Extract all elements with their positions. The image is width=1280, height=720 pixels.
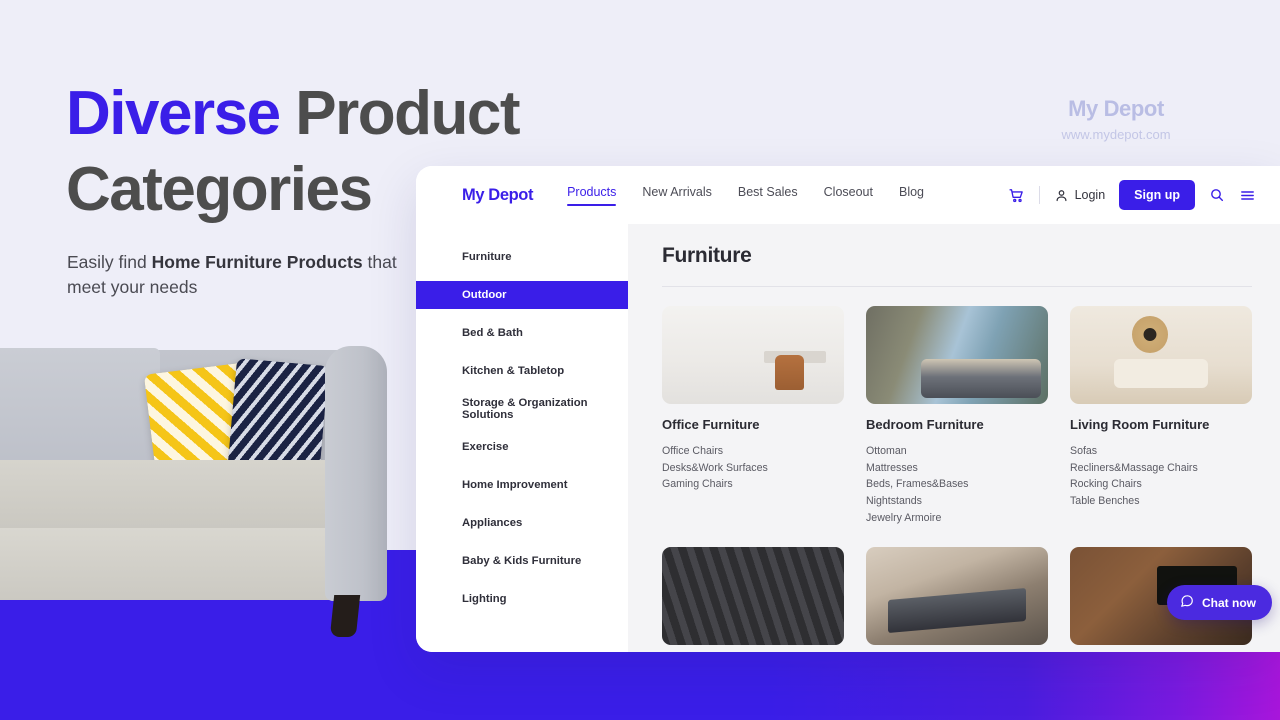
header-actions: Login Sign up [1008, 180, 1256, 210]
card-link[interactable]: Mattresses [866, 460, 1048, 477]
sidebar-item-furniture[interactable]: Furniture [416, 243, 628, 271]
sidebar-item-outdoor[interactable]: Outdoor [416, 281, 628, 309]
card-link[interactable]: Nightstands [866, 493, 1048, 510]
sidebar-item-bed-bath[interactable]: Bed & Bath [416, 319, 628, 347]
sofa-leg [329, 595, 361, 637]
sidebar-row: Kitchen & Tabletop [416, 352, 628, 390]
sidebar-item-home-improvement[interactable]: Home Improvement [416, 471, 628, 499]
card-link-list: Ottoman Mattresses Beds, Frames&Bases Ni… [866, 443, 1048, 527]
sidebar-row: Bed & Bath [416, 314, 628, 352]
card-thumbnail-tables[interactable] [866, 546, 1048, 645]
card-title[interactable]: Bedroom Furniture [866, 417, 1048, 432]
card-link[interactable]: Sofas [1070, 443, 1252, 460]
sidebar-row: Storage & Organization Solutions [416, 390, 628, 428]
category-sidebar: Furniture Outdoor Bed & Bath Kitchen & T… [416, 224, 628, 652]
card-title[interactable]: Living Room Furniture [1070, 417, 1252, 432]
card-link[interactable]: Ottoman [866, 443, 1048, 460]
watermark-logo: My Depot [1068, 96, 1164, 121]
page-subheadline: Easily find Home Furniture Products that… [67, 250, 397, 301]
nav-item-blog[interactable]: Blog [899, 185, 924, 206]
category-card[interactable]: Office Furniture Office Chairs Desks&Wor… [662, 306, 844, 527]
chat-bubble-icon [1180, 594, 1194, 611]
header-divider [1038, 186, 1040, 204]
sidebar-item-storage-organization[interactable]: Storage & Organization Solutions [416, 395, 628, 423]
website-mockup: My Depot Products New Arrivals Best Sale… [416, 166, 1280, 652]
sidebar-item-appliances[interactable]: Appliances [416, 509, 628, 537]
card-link[interactable]: Table Benches [1070, 493, 1252, 510]
sidebar-item-baby-kids-furniture[interactable]: Baby & Kids Furniture [416, 547, 628, 575]
watermark: My Depot www.mydepot.com [1026, 96, 1206, 142]
sidebar-row: Lighting [416, 580, 628, 618]
purple-bottom-band [0, 648, 1280, 720]
nav-item-products[interactable]: Products [567, 185, 617, 206]
card-link[interactable]: Recliners&Massage Chairs [1070, 460, 1252, 477]
sidebar-row: Baby & Kids Furniture [416, 542, 628, 580]
category-card[interactable]: Chairs [662, 546, 844, 652]
card-link[interactable]: Beds, Frames&Bases [866, 476, 1048, 493]
nav-item-closeout[interactable]: Closeout [824, 185, 873, 206]
card-link[interactable]: Jewelry Armoire [866, 510, 1048, 527]
card-link[interactable]: Rocking Chairs [1070, 476, 1252, 493]
shopping-cart-icon[interactable] [1008, 187, 1025, 204]
subhead-pre: Easily find [67, 252, 152, 272]
subhead-bold: Home Furniture Products [151, 252, 363, 272]
watermark-url: www.mydepot.com [1061, 127, 1171, 142]
site-header: My Depot Products New Arrivals Best Sale… [416, 166, 1280, 224]
card-thumbnail-chairs[interactable] [662, 546, 844, 645]
chat-now-label: Chat now [1202, 595, 1256, 610]
card-link[interactable]: Office Chairs [662, 443, 844, 460]
card-thumbnail-bedroom[interactable] [866, 306, 1048, 404]
category-card[interactable]: Living Room Furniture Sofas Recliners&Ma… [1070, 306, 1252, 527]
sofa-backrest-left [0, 348, 160, 468]
card-link[interactable]: Desks&Work Surfaces [662, 460, 844, 477]
sidebar-row: Appliances [416, 504, 628, 542]
site-body: Furniture Outdoor Bed & Bath Kitchen & T… [416, 224, 1280, 652]
sidebar-row: Furniture [416, 238, 628, 276]
sidebar-item-kitchen-tabletop[interactable]: Kitchen & Tabletop [416, 357, 628, 385]
signup-button[interactable]: Sign up [1119, 180, 1195, 210]
sidebar-row: Home Improvement [416, 466, 628, 504]
nav-item-best-sales[interactable]: Best Sales [738, 185, 798, 206]
card-thumbnail-living-room[interactable] [1070, 306, 1252, 404]
main-navigation: Products New Arrivals Best Sales Closeou… [567, 185, 924, 206]
sidebar-row: Outdoor [416, 276, 628, 314]
site-logo[interactable]: My Depot [462, 186, 533, 205]
category-card[interactable]: Bedroom Furniture Ottoman Mattresses Bed… [866, 306, 1048, 527]
headline-accent: Diverse [66, 79, 281, 148]
chat-now-button[interactable]: Chat now [1167, 585, 1272, 620]
card-title[interactable]: Office Furniture [662, 417, 844, 432]
page-title: Furniture [662, 244, 752, 267]
sofa-armrest [325, 346, 387, 601]
login-button[interactable]: Login [1054, 188, 1106, 203]
card-link[interactable]: Gaming Chairs [662, 476, 844, 493]
sofa-photo [0, 340, 400, 650]
card-link-list: Office Chairs Desks&Work Surfaces Gaming… [662, 443, 844, 493]
category-card[interactable]: Tables [866, 546, 1048, 652]
card-thumbnail-office[interactable] [662, 306, 844, 404]
hamburger-menu-icon[interactable] [1239, 187, 1256, 204]
sidebar-row: Exercise [416, 428, 628, 466]
title-divider [662, 286, 1252, 287]
user-icon [1054, 188, 1069, 203]
card-link-list: Sofas Recliners&Massage Chairs Rocking C… [1070, 443, 1252, 510]
sidebar-item-lighting[interactable]: Lighting [416, 585, 628, 613]
category-card-grid: Office Furniture Office Chairs Desks&Wor… [662, 306, 1252, 652]
search-icon[interactable] [1209, 187, 1225, 203]
nav-item-new-arrivals[interactable]: New Arrivals [642, 185, 711, 206]
sidebar-item-exercise[interactable]: Exercise [416, 433, 628, 461]
login-label: Login [1074, 188, 1106, 202]
